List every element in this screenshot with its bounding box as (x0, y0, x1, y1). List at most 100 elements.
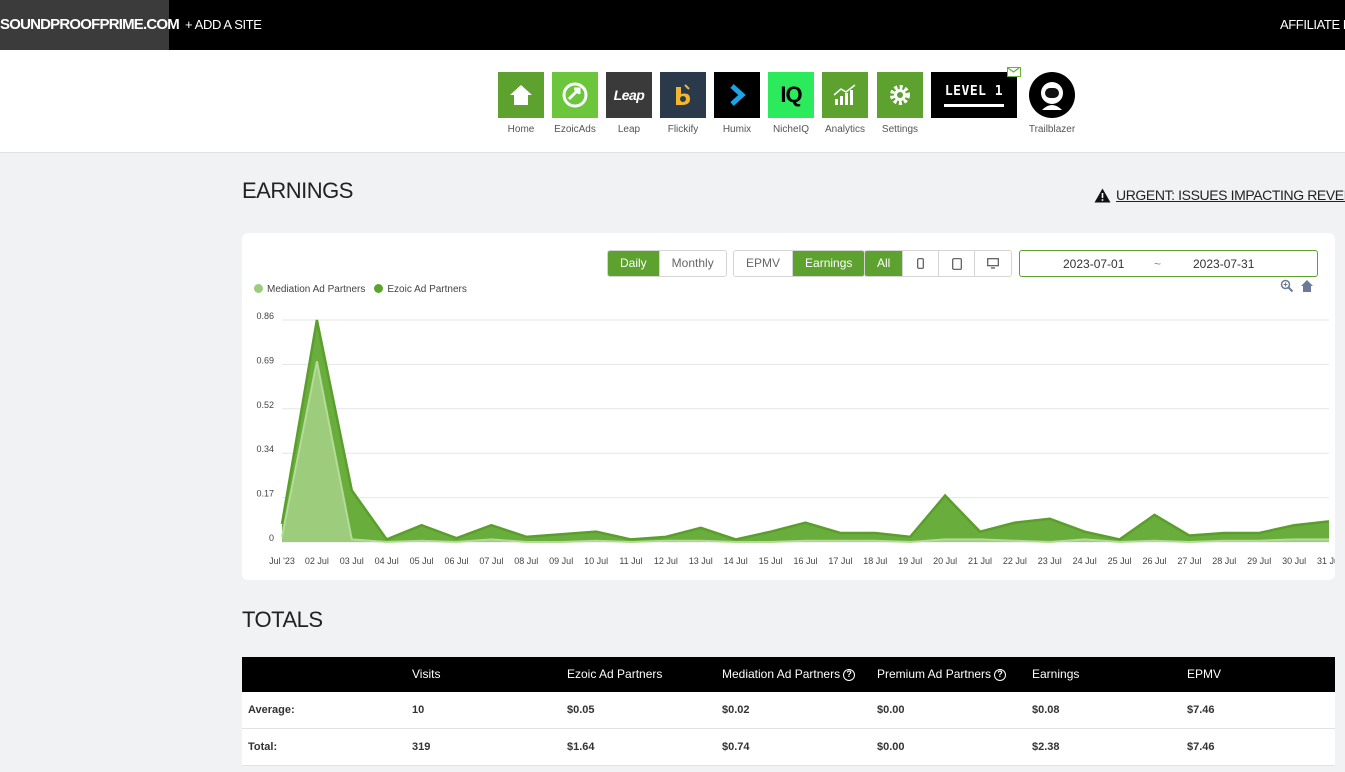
cell-earnings: $2.38 (1032, 740, 1060, 753)
device-all-button[interactable]: All (865, 251, 904, 276)
add-site-link[interactable]: + ADD A SITE (185, 0, 262, 50)
affiliate-program-link[interactable]: AFFILIATE PRO (1280, 0, 1345, 50)
cell-ezoic: $0.05 (567, 703, 595, 716)
cell-epmv: $7.46 (1187, 740, 1215, 753)
mail-icon[interactable] (1007, 67, 1021, 77)
x-tick-label: 04 Jul (375, 556, 399, 566)
app-ezoicads[interactable]: EzoicAds (552, 72, 598, 135)
top-bar: SOUNDPROOFPRIME.COM + ADD A SITE AFFILIA… (0, 0, 1345, 50)
x-tick-label: 05 Jul (410, 556, 434, 566)
legend-item-mediation[interactable]: Mediation Ad Partners (254, 284, 365, 295)
tablet-device-button[interactable] (939, 251, 976, 276)
help-icon[interactable]: ? (843, 668, 856, 681)
row-label: Total: (248, 740, 278, 753)
gear-icon (877, 72, 923, 118)
urgent-issues-link[interactable]: URGENT: ISSUES IMPACTING REVENUE (7) (1094, 187, 1345, 203)
earnings-chart-card: 0 0.17 0.34 0.52 0.69 0.86 Jul '23 02 Jul 03 Jul… (242, 233, 1335, 580)
y-tick-label: 0.34 (256, 444, 274, 454)
x-tick-label: 17 Jul (828, 556, 852, 566)
col-ezoic-ad-partners: Ezoic Ad Partners (567, 667, 663, 681)
legend-item-ezoic[interactable]: Ezoic Ad Partners (374, 284, 467, 295)
date-to: 2023-07-31 (1193, 257, 1255, 271)
series-line-ezoic-ad-partners (280, 319, 1330, 541)
series-area-ezoic-ad-partners (282, 320, 1329, 542)
warning-icon (1094, 188, 1111, 202)
reset-home-icon[interactable] (1300, 279, 1314, 293)
totals-title: TOTALS (242, 607, 323, 632)
series-area-mediation-ad-partners (282, 361, 1329, 542)
zoom-icon[interactable] (1280, 279, 1294, 293)
x-tick-label: 20 Jul (933, 556, 957, 566)
x-tick-label: Jul '23 (269, 556, 295, 566)
astronaut-avatar-icon (1029, 72, 1075, 118)
col-premium-label: Premium Ad Partners (877, 667, 992, 681)
col-epmv: EPMV (1187, 667, 1222, 681)
x-tick-label: 03 Jul (340, 556, 364, 566)
urgent-issues-text: URGENT: ISSUES IMPACTING REVENUE (7) (1116, 187, 1345, 203)
metric-toggle: EPMV Earnings (733, 250, 866, 277)
x-tick-label: 16 Jul (793, 556, 817, 566)
cell-premium: $0.00 (877, 703, 905, 716)
trailblazer-label: Trailblazer (1028, 124, 1076, 135)
x-tick-label: 12 Jul (654, 556, 678, 566)
cell-ezoic: $1.64 (567, 740, 595, 753)
y-tick-label: 0.17 (256, 489, 274, 499)
leap-logo-icon: Leap (606, 72, 652, 118)
site-name[interactable]: SOUNDPROOFPRIME.COM (0, 0, 180, 50)
monthly-button[interactable]: Monthly (659, 251, 726, 276)
app-flickify[interactable]: Flickify (660, 72, 706, 135)
x-tick-label: 07 Jul (479, 556, 503, 566)
epmv-button[interactable]: EPMV (734, 251, 794, 276)
level-text: LEVEL 1 (944, 84, 1004, 99)
cell-mediation: $0.74 (722, 740, 750, 753)
chart-tools (1280, 279, 1314, 293)
legend-swatch-mediation (254, 284, 263, 293)
app-humix[interactable]: Humix (714, 72, 760, 135)
row-label: Average: (248, 703, 295, 716)
x-tick-label: 15 Jul (759, 556, 783, 566)
device-toggle: All (864, 250, 1013, 277)
app-leap[interactable]: Leap Leap (606, 72, 652, 135)
table-row: Total: 319 $1.64 $0.74 $0.00 $2.38 $7.46 (242, 729, 1335, 766)
legend-swatch-ezoic (374, 284, 384, 293)
cell-visits: 319 (412, 740, 431, 753)
level-badge[interactable]: LEVEL 1 (931, 72, 1017, 118)
app-analytics[interactable]: Analytics (822, 72, 868, 135)
x-tick-label: 31 Jul (1317, 556, 1335, 566)
x-tick-label: 14 Jul (724, 556, 748, 566)
nicheiq-logo-text: IQ (780, 82, 802, 107)
app-label: Settings (881, 124, 919, 135)
desktop-icon (987, 258, 1000, 269)
app-home[interactable]: Home (498, 72, 544, 135)
tablet-icon (951, 257, 962, 270)
legend-label-ezoic: Ezoic Ad Partners (387, 284, 467, 295)
legend-label-mediation: Mediation Ad Partners (267, 284, 366, 295)
app-settings[interactable]: Settings (877, 72, 923, 135)
col-earnings: Earnings (1032, 667, 1080, 681)
x-tick-label: 11 Jul (619, 556, 642, 566)
app-navigation: Home EzoicAds Leap Leap Flickify Humix I… (0, 50, 1345, 153)
date-range-input[interactable]: 2023-07-01 ~ 2023-07-31 (1019, 250, 1318, 277)
x-tick-label: 29 Jul (1247, 556, 1271, 566)
earnings-button[interactable]: Earnings (793, 251, 865, 276)
y-tick-label: 0 (269, 533, 274, 543)
mobile-icon (917, 258, 925, 269)
mobile-device-button[interactable] (903, 251, 940, 276)
trailblazer-profile[interactable]: Trailblazer (1025, 72, 1079, 135)
x-tick-label: 21 Jul (968, 556, 992, 566)
x-tick-label: 26 Jul (1142, 556, 1166, 566)
col-visits: Visits (412, 667, 441, 681)
help-icon[interactable]: ? (994, 668, 1007, 681)
y-tick-label: 0.86 (256, 311, 274, 321)
cell-mediation: $0.02 (722, 703, 750, 716)
daily-button[interactable]: Daily (608, 251, 660, 276)
cell-visits: 10 (412, 703, 425, 716)
desktop-device-button[interactable] (975, 251, 1012, 276)
bar-chart-icon (822, 72, 868, 118)
house-icon (498, 72, 544, 118)
app-nicheiq[interactable]: IQ NicheIQ (768, 72, 814, 135)
x-tick-label: 08 Jul (514, 556, 538, 566)
x-tick-label: 19 Jul (898, 556, 922, 566)
x-tick-label: 30 Jul (1282, 556, 1306, 566)
x-tick-label: 24 Jul (1073, 556, 1097, 566)
